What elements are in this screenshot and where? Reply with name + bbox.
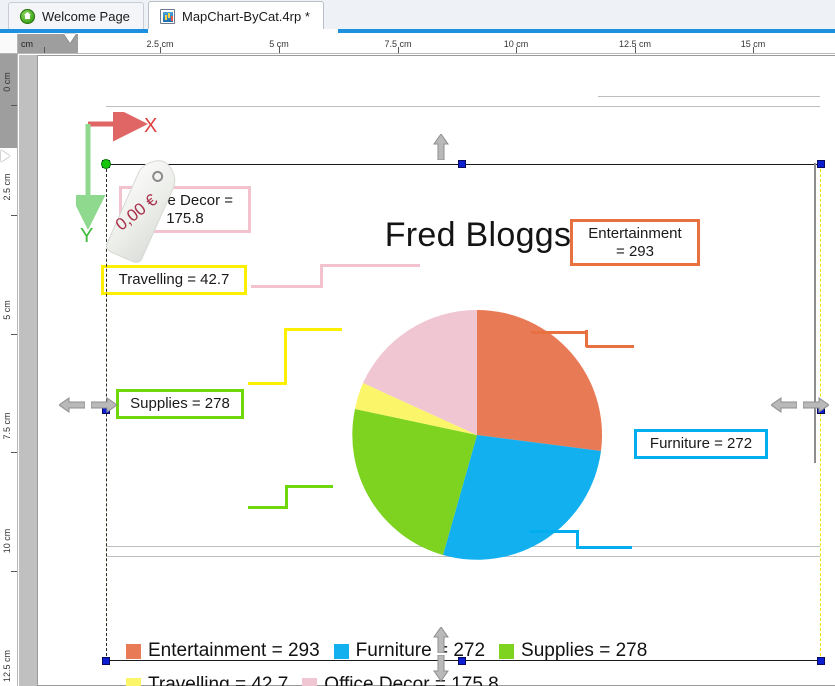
selection-handle-top-center[interactable] [458,160,466,168]
hruler-label: 2.5 cm [146,39,174,49]
legend-item-travelling[interactable]: Travelling = 42.7 [126,668,288,686]
vertical-ruler[interactable]: 0 cm 2.5 cm 5 cm 7.5 cm 10 cm 12.5 cm [0,54,18,686]
leader-line-travelling-stub [284,328,342,331]
legend-label-travelling: Travelling = 42.7 [148,674,289,686]
home-icon [20,8,35,24]
legend-label-office-decor: Office Decor = 175.8 [324,674,499,686]
leader-elbow-travelling [284,328,287,382]
leader-line-furniture-stub [529,530,579,533]
resize-arrow-up-icon[interactable] [433,134,449,160]
tab-accent-bar [0,29,835,33]
section-separator [598,96,820,97]
selection-outline [106,164,821,661]
selection-handle-bottom-center[interactable] [458,657,466,665]
leader-line-entertainment [586,345,634,348]
vruler-tick [11,452,17,453]
resize-arrow-up-inner-icon[interactable] [433,627,449,653]
tab-welcome-page-label: Welcome Page [42,8,130,24]
legend-item-office-decor[interactable]: Office Decor = 175.8 [302,668,499,686]
gizmo-x-label: X [144,115,157,137]
ruler-corner [0,34,18,54]
leader-elbow-officedecor [320,264,323,286]
vruler-label: 10 cm [2,528,12,554]
selected-report-band[interactable] [101,159,825,665]
horizontal-ruler[interactable]: cm 2.5 cm 5 cm 7.5 cm 10 cm 12.5 cm 15 c… [18,34,835,54]
horizontal-ruler-origin-label: cm [21,39,33,49]
hruler-label: 10 cm [503,39,529,49]
right-guide-line [814,163,816,463]
vertical-ruler-margin-marker[interactable] [1,150,10,162]
leader-line-entertainment-stub [531,331,587,334]
resize-arrow-right-edge-icon[interactable] [803,397,829,413]
vruler-label: 7.5 cm [2,412,12,440]
vruler-tick [11,571,17,572]
hruler-tick [44,47,45,53]
report-document-icon [160,8,175,24]
resize-arrow-left-right-icon[interactable] [771,397,797,413]
vruler-tick [11,215,17,216]
hruler-label: 15 cm [740,39,766,49]
vruler-label: 5 cm [2,300,12,320]
leader-line-travelling [248,382,287,385]
resize-arrow-down-icon[interactable] [433,655,449,681]
hruler-label: 12.5 cm [618,39,652,49]
leader-line-furniture [576,546,632,549]
vruler-label: 0 cm [2,72,12,92]
legend-swatch-office-decor [302,677,318,686]
vruler-tick [11,334,17,335]
vruler-label: 2.5 cm [2,173,12,201]
leader-line-supplies-stub [285,485,333,488]
legend-swatch-travelling [126,677,141,686]
leader-line-supplies [248,506,288,509]
vruler-label: 12.5 cm [2,649,12,683]
report-designer-window: Welcome Page MapChart-ByCat.4rp * cm 2.5… [0,0,835,686]
hruler-label: 5 cm [269,39,289,49]
section-separator [106,106,820,107]
selection-handle-top-right[interactable] [817,160,825,168]
horizontal-ruler-margin-marker[interactable] [64,34,76,43]
selection-handle-bottom-left[interactable] [102,657,110,665]
leader-line-officedecor-stub [320,264,420,267]
vruler-tick [11,105,17,106]
active-tab-gap [148,29,338,33]
leader-elbow-entertainment [585,330,588,347]
tab-mapchart-bycat[interactable]: MapChart-ByCat.4rp * [148,1,324,30]
resize-arrow-left-icon[interactable] [59,397,85,413]
tab-welcome-page[interactable]: Welcome Page [8,2,144,29]
tab-mapchart-bycat-label: MapChart-ByCat.4rp * [182,8,310,24]
hruler-label: 7.5 cm [384,39,412,49]
resize-arrow-right-icon[interactable] [91,397,117,413]
selection-handle-bottom-right[interactable] [817,657,825,665]
leader-elbow-supplies [285,485,288,507]
tab-bar: Welcome Page MapChart-ByCat.4rp * [0,0,835,33]
band-anchor-dot[interactable] [101,159,111,169]
vertical-ruler-margin-shade [0,54,17,148]
leader-line-officedecor [251,285,323,288]
